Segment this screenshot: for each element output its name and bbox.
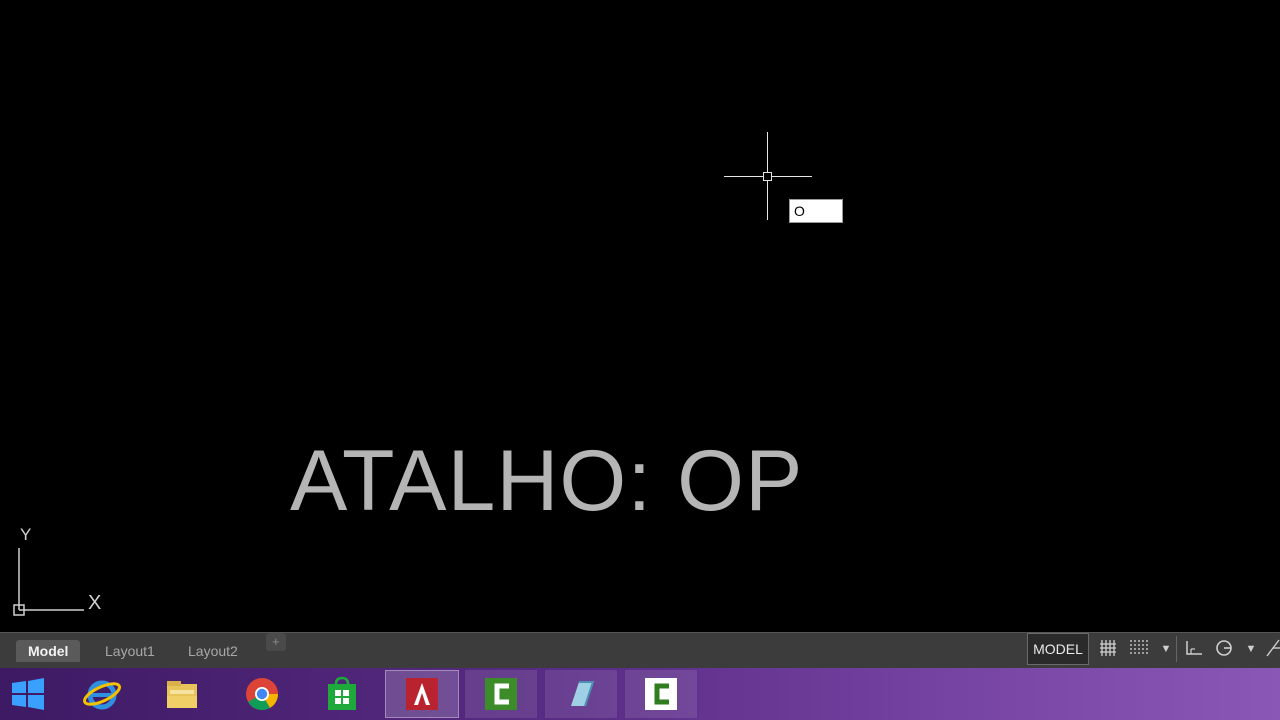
isodraft-icon[interactable] [1262,638,1280,660]
polar-dropdown-chevron-down-icon[interactable]: ▼ [1240,638,1262,660]
windows-taskbar [0,668,1280,720]
model-space-button[interactable]: MODEL [1027,633,1089,665]
add-layout-button[interactable]: + [266,633,286,651]
camtasia-recorder-icon[interactable] [465,670,537,718]
grid-icon[interactable] [1097,638,1119,660]
app-icon[interactable] [545,670,617,718]
snap-mode-icon[interactable] [1127,638,1149,660]
polar-tracking-icon[interactable] [1213,638,1235,660]
internet-explorer-icon[interactable] [66,670,138,718]
start-icon[interactable] [0,670,64,718]
file-explorer-icon[interactable] [146,670,218,718]
ucs-x-label: X [88,592,101,614]
chrome-icon[interactable] [226,670,298,718]
dynamic-input-field[interactable] [789,199,843,223]
camtasia-studio-icon[interactable] [625,670,697,718]
tab-layout1[interactable]: Layout1 [93,640,167,662]
ortho-mode-icon[interactable] [1183,638,1205,660]
snap-dropdown-chevron-down-icon[interactable]: ▼ [1155,638,1177,660]
tab-layout2[interactable]: Layout2 [176,640,250,662]
status-divider [1176,636,1177,662]
shortcut-caption: ATALHO: OP [290,433,804,529]
tab-model[interactable]: Model [16,640,81,662]
store-icon[interactable] [306,670,378,718]
ucs-icon: Y X [10,522,110,622]
ucs-y-label: Y [20,525,31,544]
drawing-canvas[interactable]: ATALHO: OP Y X [0,0,1280,632]
autocad-icon[interactable] [385,670,459,718]
pickbox-cursor [763,172,772,181]
